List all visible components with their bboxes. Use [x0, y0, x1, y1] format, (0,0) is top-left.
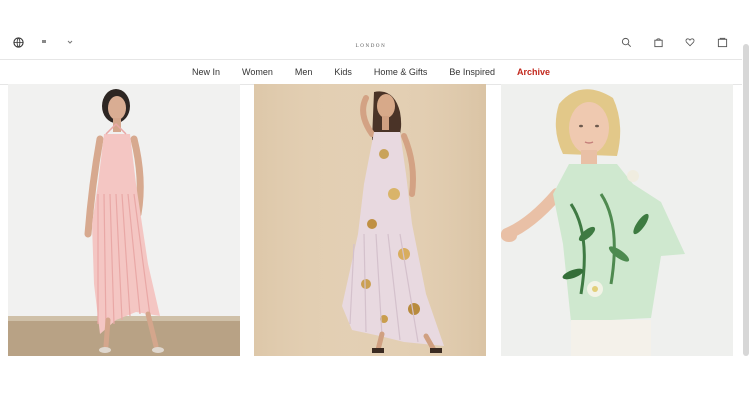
account-icon[interactable]	[716, 36, 728, 48]
product-grid	[8, 84, 734, 356]
product-card-1[interactable]	[8, 84, 240, 356]
product-image-pink-dress[interactable]	[8, 84, 240, 356]
product-image-mint-floral-top[interactable]	[501, 84, 733, 356]
nav-item-be-inspired[interactable]: Be Inspired	[438, 61, 506, 83]
nav-item-women[interactable]: Women	[231, 61, 284, 83]
product-image-floral-maxi-dress[interactable]	[254, 84, 486, 356]
header-right-tools	[620, 36, 728, 48]
logo-subtitle: LONDON	[355, 44, 387, 49]
scrollbar-thumb[interactable]	[743, 44, 749, 356]
nav-item-home-gifts[interactable]: Home & Gifts	[363, 61, 439, 83]
site-header: LONDON	[0, 0, 750, 60]
search-icon[interactable]	[620, 36, 632, 48]
nav-item-new-in[interactable]: New In	[181, 61, 231, 83]
product-card-2[interactable]	[254, 84, 486, 356]
bag-icon[interactable]	[652, 36, 664, 48]
nav-item-kids[interactable]: Kids	[323, 61, 363, 83]
main-navigation: New In Women Men Kids Home & Gifts Be In…	[0, 59, 742, 85]
page-scrollbar[interactable]	[742, 0, 750, 356]
heart-icon[interactable]	[684, 36, 696, 48]
nav-item-archive[interactable]: Archive	[506, 61, 561, 83]
nav-item-men[interactable]: Men	[284, 61, 324, 83]
product-card-3[interactable]	[501, 84, 733, 356]
